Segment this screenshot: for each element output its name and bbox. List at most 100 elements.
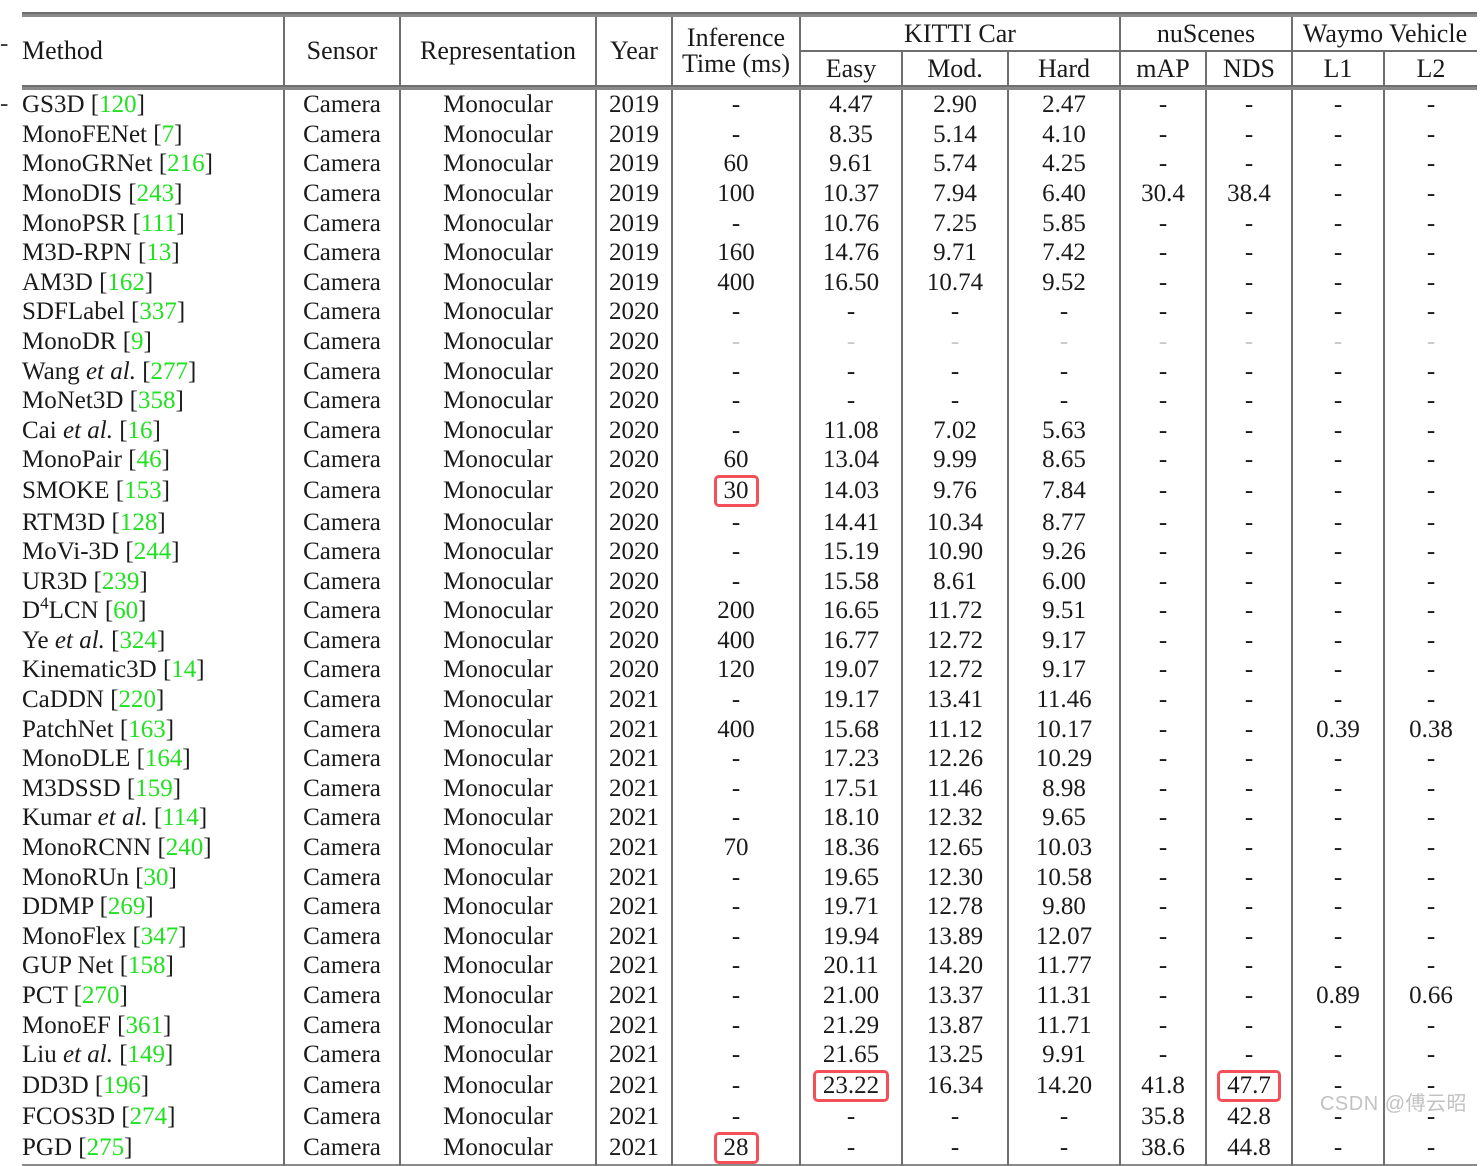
cell-l2: - — [1384, 268, 1477, 298]
cell-time: - — [672, 1102, 801, 1132]
cell-representation: Monocular — [400, 208, 597, 238]
citation-number[interactable]: 153 — [124, 477, 162, 504]
value-nds: - — [1244, 626, 1254, 654]
col-header-easy: Easy — [800, 50, 903, 86]
citation-number[interactable]: 269 — [108, 893, 146, 920]
cell-map: - — [1120, 743, 1207, 774]
value-representation: Monocular — [443, 1041, 553, 1069]
value-year: 2021 — [609, 834, 659, 862]
value-hard: 7.42 — [1042, 239, 1086, 267]
value-l2: - — [1426, 328, 1436, 356]
value-mod: - — [950, 298, 960, 326]
cell-nds: - — [1206, 625, 1293, 656]
cell-representation: Monocular — [400, 921, 597, 952]
table-row: MonoFENet [7] Camera Monocular 2019 - 8.35 5.1… — [22, 119, 1477, 150]
value-l2: - — [1426, 180, 1436, 208]
cell-representation: Monocular — [400, 536, 597, 567]
value-easy: - — [846, 298, 856, 326]
highlight-box-time: 28 — [713, 1131, 759, 1165]
citation-number[interactable]: 324 — [119, 627, 157, 654]
cell-mod: 12.30 — [902, 862, 1009, 892]
value-year: 2021 — [609, 982, 659, 1010]
cell-map: - — [1120, 356, 1207, 386]
citation-number[interactable]: 240 — [166, 834, 204, 861]
citation-number[interactable]: 274 — [130, 1103, 168, 1130]
value-year: 2019 — [609, 120, 659, 148]
table-row: PGD [275] Camera Monocular 2021 28 - - - 38.6 44.… — [22, 1131, 1477, 1166]
cell-hard: 5.85 — [1008, 208, 1121, 238]
cell-time: - — [672, 356, 801, 386]
cell-easy: 19.71 — [800, 891, 903, 922]
value-nds: - — [1244, 209, 1254, 237]
citation-number[interactable]: 30 — [144, 864, 169, 891]
cell-method: PatchNet [163] — [22, 714, 285, 744]
citation-number[interactable]: 14 — [171, 656, 196, 683]
citation-number[interactable]: 128 — [120, 509, 158, 536]
citation-number[interactable]: 243 — [137, 180, 175, 207]
value-l2: - — [1426, 508, 1436, 536]
value-nds: - — [1244, 508, 1254, 536]
citation-number[interactable]: 244 — [134, 538, 172, 565]
citation-number[interactable]: 60 — [113, 597, 138, 624]
value-l2: - — [1426, 626, 1436, 654]
value-mod: - — [950, 1134, 960, 1162]
citation-number[interactable]: 239 — [102, 568, 140, 595]
citation-number[interactable]: 46 — [137, 446, 162, 473]
citation-number[interactable]: 277 — [151, 358, 189, 385]
value-sensor: Camera — [303, 952, 381, 980]
citation-number[interactable]: 347 — [141, 923, 179, 950]
citation-number[interactable]: 120 — [99, 91, 137, 118]
citation-number[interactable]: 361 — [125, 1012, 163, 1039]
citation-number[interactable]: 111 — [141, 210, 177, 237]
citation-number[interactable]: 16 — [128, 417, 153, 444]
cell-hard: 8.98 — [1008, 773, 1121, 804]
value-nds: - — [1244, 150, 1254, 178]
cell-mod: 14.20 — [902, 951, 1009, 981]
cell-easy: 21.65 — [800, 1039, 903, 1070]
citation-number[interactable]: 114 — [162, 804, 199, 831]
value-year: 2021 — [609, 1041, 659, 1069]
cell-method: GUP Net [158] — [22, 951, 285, 981]
citation-number[interactable]: 358 — [138, 387, 176, 414]
cell-representation: Monocular — [400, 356, 597, 386]
value-l2: - — [1426, 387, 1436, 415]
citation-number[interactable]: 158 — [128, 952, 166, 979]
cell-method: MonoFENet [7] — [22, 119, 285, 150]
value-time: - — [731, 952, 741, 980]
cell-mod: 12.72 — [902, 655, 1009, 685]
citation-number[interactable]: 9 — [131, 328, 144, 355]
value-representation: Monocular — [443, 209, 553, 237]
citation-number[interactable]: 270 — [82, 982, 120, 1009]
cell-representation: Monocular — [400, 566, 597, 596]
citation-number[interactable]: 7 — [162, 121, 175, 148]
cell-l2: - — [1384, 744, 1477, 774]
col-header-sensor: Sensor — [284, 15, 401, 86]
cell-method: Kumar et al. [114] — [22, 803, 285, 833]
citation-number[interactable]: 159 — [135, 775, 173, 802]
cell-map: - — [1120, 208, 1207, 238]
citation-number[interactable]: 196 — [103, 1072, 141, 1099]
citation-number[interactable]: 149 — [128, 1041, 166, 1068]
highlight-box-easy: 23.22 — [812, 1069, 890, 1102]
value-l2: - — [1426, 91, 1436, 119]
cell-nds: - — [1206, 566, 1293, 596]
citation-number[interactable]: 13 — [146, 239, 171, 266]
citation-number[interactable]: 216 — [167, 150, 205, 177]
cell-mod: 13.87 — [902, 1010, 1009, 1040]
value-l1: - — [1333, 745, 1343, 773]
value-time: - — [731, 863, 741, 891]
value-hard: - — [1059, 1103, 1069, 1131]
value-mod: 5.14 — [933, 120, 977, 148]
value-nds: 38.4 — [1227, 180, 1271, 208]
citation-number[interactable]: 220 — [119, 686, 157, 713]
citation-number[interactable]: 275 — [87, 1134, 125, 1161]
value-l2: - — [1426, 150, 1436, 178]
citation-number[interactable]: 337 — [139, 298, 177, 325]
citation-number[interactable]: 163 — [128, 716, 166, 743]
citation-number[interactable]: 162 — [107, 269, 145, 296]
table-row: Kumar et al. [114] Camera Monocular 2021 - 18… — [22, 803, 1477, 833]
cell-time: - — [672, 297, 801, 327]
cell-map: - — [1120, 655, 1207, 685]
citation-number[interactable]: 164 — [145, 745, 183, 772]
cell-nds: - — [1206, 326, 1293, 357]
